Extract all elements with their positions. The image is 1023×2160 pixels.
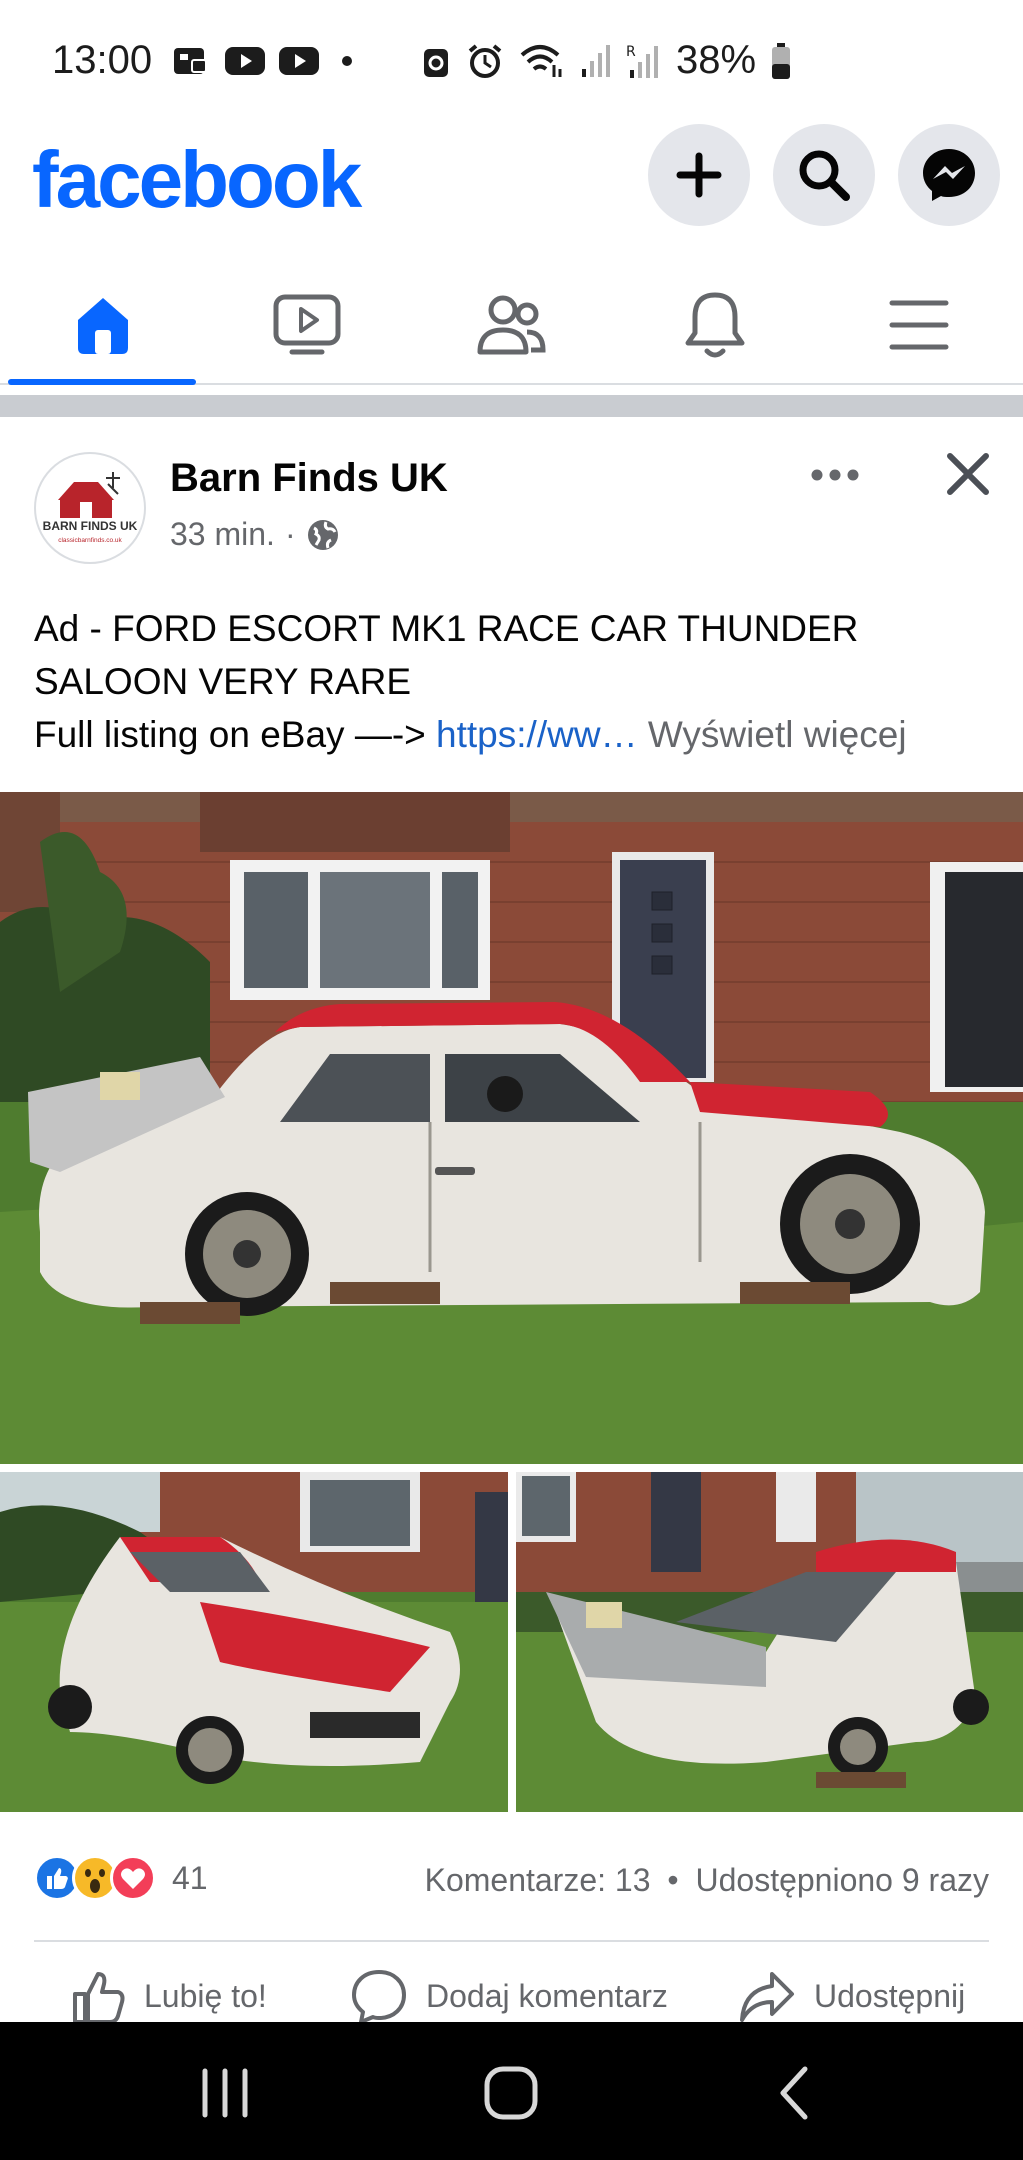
share-icon	[740, 1972, 794, 2022]
comments-count[interactable]: Komentarze: 13	[425, 1862, 651, 1898]
comment-button[interactable]: Dodaj komentarz	[350, 1968, 668, 2024]
home-nav-button[interactable]	[466, 2048, 556, 2138]
status-time: 13:00	[52, 38, 153, 82]
engagement-counts: Komentarze: 13 • Udostępniono 9 razy	[425, 1862, 989, 1899]
signal-roaming-icon: R	[626, 44, 658, 78]
comment-icon	[352, 1970, 406, 2024]
page-avatar[interactable]: BARN FINDS UK classicbarnfinds.co.uk	[34, 452, 146, 564]
recycle-icon	[424, 48, 448, 77]
create-button[interactable]	[648, 124, 750, 226]
post-meta: 33 min. ·	[170, 516, 340, 553]
more-icon	[811, 469, 859, 481]
post-text-line1: Ad - FORD ESCORT MK1 RACE CAR THUNDER SA…	[34, 608, 859, 702]
recent-apps-button[interactable]	[180, 2048, 270, 2138]
race-car-photo	[0, 792, 1023, 1464]
search-button[interactable]	[773, 124, 875, 226]
alarm-icon	[468, 43, 502, 78]
wifi-icon	[520, 44, 562, 77]
race-car-front-photo	[0, 1472, 508, 1812]
back-icon	[780, 2066, 808, 2120]
close-icon	[947, 453, 989, 495]
counts-bullet: •	[667, 1862, 679, 1898]
gallery-icon	[174, 48, 207, 74]
friends-icon	[477, 295, 546, 355]
post-photo-3[interactable]	[516, 1472, 1023, 1812]
post-text: Ad - FORD ESCORT MK1 RACE CAR THUNDER SA…	[34, 602, 994, 761]
post-photo-main[interactable]	[0, 792, 1023, 1464]
facebook-logo[interactable]: facebook	[32, 134, 362, 226]
share-label: Udostępnij	[814, 1977, 966, 2014]
post-text-line2: Full listing on eBay —-> https://ww… Wyś…	[34, 708, 994, 761]
like-label: Lubię to!	[144, 1977, 267, 2014]
globe-icon	[307, 519, 338, 550]
svg-text:BARN FINDS UK: BARN FINDS UK	[43, 519, 138, 533]
race-car-rear-photo	[516, 1472, 1023, 1812]
signal-icon	[582, 44, 610, 77]
video-icon	[273, 294, 341, 355]
battery-icon	[772, 42, 791, 79]
youtube-icon	[225, 47, 265, 75]
youtube-icon	[279, 47, 319, 75]
actions-divider	[34, 1940, 989, 1942]
love-reaction-icon	[110, 1855, 156, 1901]
post-time[interactable]: 33 min.	[170, 516, 275, 553]
post-photo-2[interactable]	[0, 1472, 508, 1812]
tab-video[interactable]	[212, 265, 402, 385]
search-icon	[799, 150, 850, 201]
active-tab-indicator	[8, 379, 196, 385]
share-button[interactable]: Udostępnij	[738, 1968, 965, 2024]
reactions-count: 41	[172, 1859, 208, 1896]
comment-label: Dodaj komentarz	[426, 1977, 668, 2014]
post-actions: Lubię to! Dodaj komentarz Udostępnij	[0, 1968, 1023, 2024]
more-options-button[interactable]	[800, 450, 870, 500]
reactions-summary[interactable]: 41	[34, 1855, 208, 1901]
home-icon	[78, 298, 128, 354]
feed-separator	[0, 395, 1023, 417]
svg-text:classicbarnfinds.co.uk: classicbarnfinds.co.uk	[58, 537, 122, 544]
bell-icon	[685, 292, 745, 358]
back-button[interactable]	[750, 2048, 840, 2138]
recent-apps-icon	[202, 2068, 248, 2118]
tab-friends[interactable]	[416, 265, 606, 385]
tab-notifications[interactable]	[620, 265, 810, 385]
android-nav-bar	[0, 2022, 1023, 2160]
hide-post-button[interactable]	[940, 446, 996, 502]
barn-logo: BARN FINDS UK classicbarnfinds.co.uk	[43, 472, 138, 544]
status-bar: 13:00 R 38%	[0, 0, 1023, 120]
plus-icon	[676, 152, 722, 198]
system-icons: R 38%	[420, 38, 792, 83]
home-nav-icon	[484, 2066, 538, 2120]
svg-text:R: R	[626, 44, 636, 60]
post-text-prefix: Full listing on eBay —->	[34, 714, 437, 755]
dot-icon	[342, 56, 352, 66]
tab-home[interactable]	[8, 265, 198, 385]
ebay-link[interactable]: https://ww…	[436, 714, 638, 755]
tab-bar	[0, 265, 1023, 385]
shares-count[interactable]: Udostępniono 9 razy	[695, 1862, 989, 1898]
messenger-icon	[923, 149, 975, 201]
tab-menu[interactable]	[824, 265, 1014, 385]
thumbs-up-icon	[73, 1972, 125, 2024]
messenger-button[interactable]	[898, 124, 1000, 226]
like-button[interactable]: Lubię to!	[70, 1968, 267, 2024]
app-header: facebook	[0, 120, 1023, 260]
page-name[interactable]: Barn Finds UK	[170, 456, 448, 501]
battery-percent: 38%	[676, 38, 757, 82]
menu-icon	[889, 300, 949, 350]
notification-icons	[172, 44, 362, 78]
see-more-link[interactable]: Wyświetl więcej	[648, 714, 907, 755]
meta-separator: ·	[284, 516, 296, 552]
